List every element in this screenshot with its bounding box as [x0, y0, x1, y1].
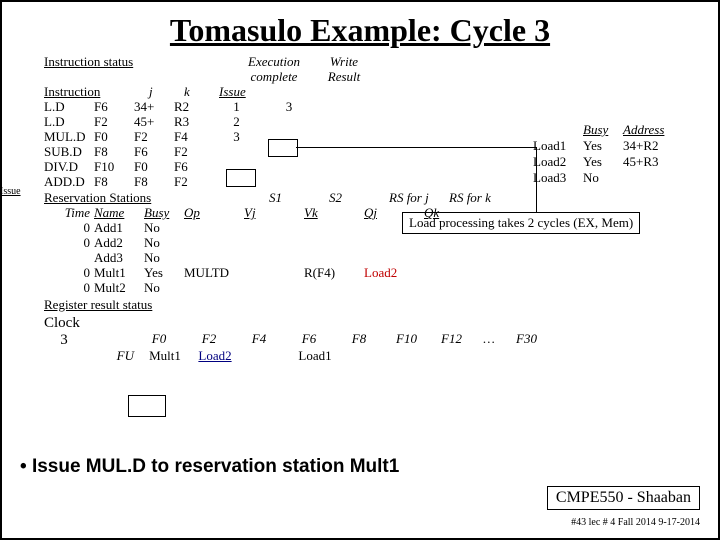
rs-row: 0Add2No	[44, 236, 704, 251]
rs-rsj: RS for j	[389, 191, 449, 206]
instr-status-header: Instruction status Execution complete Wr…	[44, 55, 704, 85]
fu-F0: Mult1	[140, 349, 190, 364]
fu-F2: Load2	[190, 349, 240, 364]
rs-name: Name	[94, 206, 144, 221]
fu-F8	[340, 349, 390, 364]
load-row: Load2Yes45+R3	[533, 154, 678, 170]
rs-header-1: Reservation Stations S1 S2 RS for j RS f…	[44, 191, 704, 206]
reg-header-row: 3 F0 F2 F4 F6 F8 F10 F12 … F30	[44, 332, 704, 349]
connector-line-v	[536, 147, 537, 212]
reg-F4: F4	[234, 332, 284, 349]
fu-F6: Load1	[290, 349, 340, 364]
hdr-exec: Execution complete	[234, 55, 314, 85]
fu-F4	[240, 349, 290, 364]
load-hdr-addr: Address	[623, 122, 678, 138]
exec-box	[268, 139, 298, 157]
reg-F8: F8	[334, 332, 384, 349]
fu-label: FU	[84, 349, 140, 364]
issue-tag: Issue	[0, 186, 21, 197]
fu-row: FU Mult1 Load2 Load1	[44, 349, 704, 364]
rs-row: Add3No	[44, 251, 704, 266]
bullet-text: Issue MUL.D to reservation station Mult1	[32, 456, 399, 477]
load-row: Load1Yes34+R2	[533, 138, 678, 154]
reg-F30: F30	[504, 332, 549, 349]
clock-label: Clock	[44, 315, 704, 332]
bullet-point: • Issue MUL.D to reservation station Mul…	[20, 456, 399, 478]
rs-title: Reservation Stations	[44, 191, 184, 206]
reg-dots: …	[474, 332, 504, 349]
rs-op: Op	[184, 206, 244, 221]
slide-title: Tomasulo Example: Cycle 3	[16, 12, 704, 49]
reg-status-title: Register result status	[44, 298, 704, 313]
load-hdr-busy: Busy	[583, 122, 623, 138]
load-buffer: Busy Address Load1Yes34+R2Load2Yes45+R3L…	[533, 122, 678, 186]
rs-s2: S2	[329, 191, 389, 206]
f0-box	[128, 395, 166, 417]
hdr-instr-status: Instruction status	[44, 55, 174, 85]
reg-F10: F10	[384, 332, 429, 349]
annotation-box: Load processing takes 2 cycles (EX, Mem)	[402, 212, 640, 234]
rs-busy: Busy	[144, 206, 184, 221]
reg-F12: F12	[429, 332, 474, 349]
reg-F2: F2	[184, 332, 234, 349]
issue-box	[226, 169, 256, 187]
hdr-instruction: Instruction	[44, 85, 114, 100]
clock-value: 3	[44, 332, 84, 349]
footer-course: CMPE550 - Shaaban	[547, 486, 700, 510]
instr-header-row: Instruction j k Issue	[44, 85, 704, 100]
annotation-text: Load processing takes 2 cycles (EX, Mem)	[409, 215, 633, 230]
rs-row: 0Mult1YesMULTDR(F4)Load2	[44, 266, 704, 281]
hdr-issue: Issue	[219, 85, 264, 100]
rs-vk: Vk	[304, 206, 364, 221]
connector-line	[296, 147, 536, 148]
load-row: Load3No	[533, 170, 678, 186]
instr-row: L.DF634+R213	[44, 100, 704, 115]
rs-vj: Vj	[244, 206, 304, 221]
rs-rsk: RS for k	[449, 191, 509, 206]
hdr-write: Write Result	[314, 55, 374, 85]
reg-F0: F0	[134, 332, 184, 349]
content-area: Instruction status Execution complete Wr…	[44, 55, 704, 364]
rs-time: Time	[44, 206, 94, 221]
slide-frame: Tomasulo Example: Cycle 3 Issue Instruct…	[0, 0, 720, 540]
footer-meta: #43 lec # 4 Fall 2014 9-17-2014	[571, 517, 700, 528]
rs-row: 0Mult2No	[44, 281, 704, 296]
reg-F6: F6	[284, 332, 334, 349]
rs-s1: S1	[269, 191, 329, 206]
hdr-j: j	[149, 85, 184, 100]
hdr-k: k	[184, 85, 219, 100]
